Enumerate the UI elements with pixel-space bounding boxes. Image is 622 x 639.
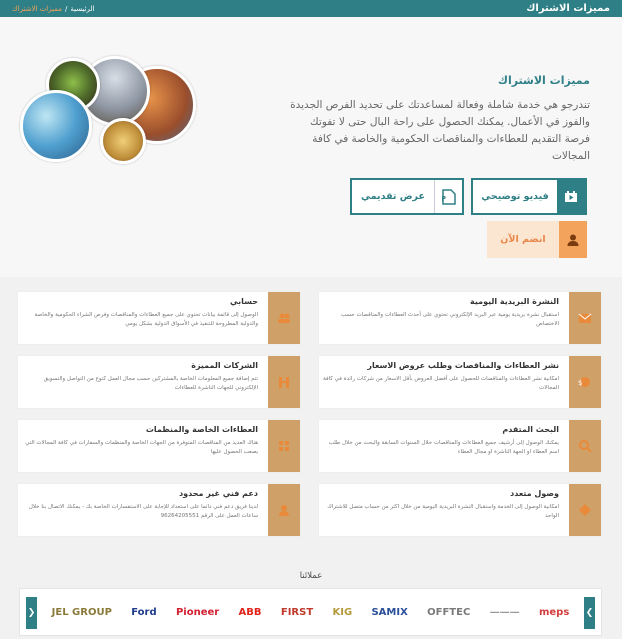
feature-card: $ نشر العطاءات والمناقصات وطلب عروض الاس… [318, 355, 602, 409]
client-logo: SAMIX [371, 606, 408, 618]
feature-description: تتم إضافة جميع المعلومات الخاصة بالمشترك… [43, 376, 258, 391]
top-bar: مميزات الاشتراك الرئيسية / مميزات الاشتر… [0, 0, 622, 17]
client-logo: ——— [489, 606, 520, 618]
feature-description: لدينا فريق دعم فني دائما على استعداد للإ… [28, 504, 258, 519]
feature-title: وصول متعدد [510, 489, 559, 498]
client-logo: JEL GROUP [51, 606, 112, 618]
wheat-image [100, 118, 146, 164]
carousel-next-arrow-icon[interactable]: ❯ [584, 597, 595, 629]
presentation-button[interactable]: P عرض تقديمي [350, 178, 464, 215]
user-icon [559, 221, 587, 258]
presentation-button-label: عرض تقديمي [361, 191, 425, 202]
join-now-button[interactable]: انضم الآن [487, 221, 587, 258]
feature-description: امكانية نشر العطاءات والمناقصات للحصول ع… [323, 376, 559, 391]
breadcrumb-separator: / [65, 4, 68, 13]
feature-title: الشركات المميزة [191, 361, 258, 370]
video-button[interactable]: فيديو توضيحي [471, 178, 587, 215]
hero-description: تندرجو هي خدمة شاملة وفعالة لمساعدتك على… [290, 99, 590, 162]
client-logo: OFFTEC [427, 606, 471, 618]
carousel-prev-arrow-icon[interactable]: ❮ [26, 597, 37, 629]
publish-icon: $ [569, 356, 601, 408]
account-icon [268, 292, 300, 344]
hero-title: مميزات الاشتراك [497, 74, 590, 87]
client-logo: ABB [238, 606, 262, 618]
search-icon [569, 420, 601, 472]
svg-text:$: $ [578, 379, 582, 387]
feature-description: استقبال نشرة بريدية يومية عبر البريد الإ… [340, 312, 559, 327]
breadcrumb-current: مميزات الاشتراك [12, 4, 63, 13]
clients-carousel: ❯ JEL GROUP Ford Pioneer ABB FIRST KIG SAMIX OF… [19, 588, 602, 636]
feature-description: يمكنك الوصول إلى أرشيف جميع العطاءات وال… [328, 440, 559, 455]
join-now-label: انضم الآن [500, 234, 546, 245]
presentation-file-icon: P [434, 180, 462, 213]
client-logo: Pioneer [175, 606, 220, 618]
feature-card: النشرة البريدية اليومية استقبال نشرة بري… [318, 291, 602, 345]
breadcrumb-home-link[interactable]: الرئيسية [70, 5, 94, 13]
feature-title: نشر العطاءات والمناقصات وطلب عروض الاسعا… [367, 361, 559, 370]
feature-description: امكانية الوصول إلى الخدمة واستقبال النشر… [327, 504, 559, 519]
feature-card: دعم فني غير محدود لدينا فريق دعم فني دائ… [17, 483, 301, 537]
feature-title: دعم فني غير محدود [179, 489, 258, 498]
feature-card: وصول متعدد امكانية الوصول إلى الخدمة واس… [318, 483, 602, 537]
client-logos: JEL GROUP Ford Pioneer ABB FIRST KIG SAMIX OFFT… [42, 589, 579, 635]
feature-title: حسابي [229, 297, 258, 306]
organizations-icon [268, 420, 300, 472]
companies-icon [268, 356, 300, 408]
feature-title: العطاءات الخاصة والمنظمات [145, 425, 258, 434]
client-logo: meps [538, 606, 570, 618]
hero-image-collage [18, 56, 198, 166]
feature-title: البحث المتقدم [502, 425, 559, 434]
page-title: مميزات الاشتراك [526, 3, 610, 14]
feature-description: هناك العديد من المناقصات المتوفرة من الج… [25, 440, 258, 455]
breadcrumb: الرئيسية / مميزات الاشتراك [12, 5, 95, 13]
client-logo: FIRST [280, 606, 314, 618]
feature-card: الشركات المميزة تتم إضافة جميع المعلومات… [17, 355, 301, 409]
video-icon [557, 180, 585, 213]
svg-text:P: P [442, 195, 446, 203]
clients-title: عملائنا [299, 571, 323, 581]
support-icon [268, 484, 300, 536]
multi-access-icon [569, 484, 601, 536]
feature-card: البحث المتقدم يمكنك الوصول إلى أرشيف جمي… [318, 419, 602, 473]
client-logo: Ford [131, 606, 157, 618]
feature-card: حسابي الوصول إلى قائمة بيانات تحتوي على … [17, 291, 301, 345]
feature-description: الوصول إلى قائمة بيانات تحتوي على جميع ا… [34, 312, 258, 327]
feature-title: النشرة البريدية اليومية [470, 297, 559, 306]
video-button-label: فيديو توضيحي [481, 191, 549, 202]
newsletter-icon [569, 292, 601, 344]
feature-card: العطاءات الخاصة والمنظمات هناك العديد من… [17, 419, 301, 473]
client-logo: KIG [332, 606, 353, 618]
globe-image [20, 90, 92, 162]
